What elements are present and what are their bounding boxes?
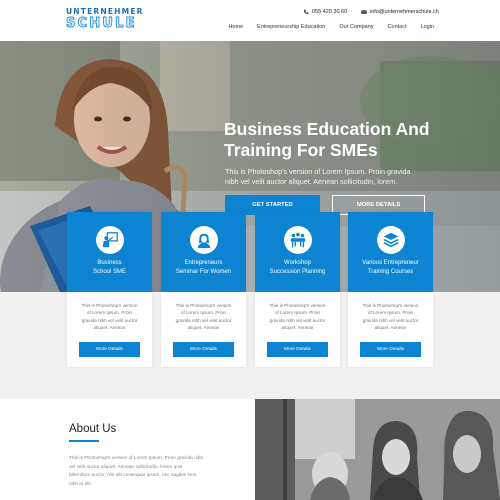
hero-title-line: Training For SMEs — [224, 140, 378, 160]
service-card-text-line: gravida nibh vel velit auctor — [81, 317, 138, 323]
service-card-text-line: of Lorem Ipsum. Proin — [274, 310, 321, 316]
service-card-text-line: aliquet. Aenean — [281, 324, 314, 330]
about-section: About Us This is Photoshop's version of … — [0, 399, 500, 500]
card-more-details-button[interactable]: More Details — [173, 342, 234, 357]
service-card-title-line: Entrepreneurs — [184, 260, 223, 266]
service-card-text-line: of Lorem Ipsum. Proin — [86, 310, 133, 316]
layers-stack-icon — [377, 226, 405, 254]
hero-subtitle-line: nibh vel velit auctor aliquet. Aenean so… — [225, 176, 398, 186]
hero-title-line: Business Education And — [224, 119, 430, 139]
nav-item-entrepreneurship-education[interactable]: Entrepreneurship Education — [257, 24, 325, 30]
nav-item-login[interactable]: Login — [421, 24, 434, 30]
service-card-title-line: Workshop — [284, 260, 311, 266]
service-card-text-line: This is Photoshop's version — [81, 303, 138, 308]
service-card-title: Entrepreneurs Seminar For Women — [161, 259, 246, 277]
site-header: UNTERNEHMER SCHULE 055 420 30 60 info@un… — [0, 0, 500, 41]
phone-number: 055 420 30 60 — [312, 9, 348, 15]
service-card-title: Various Entrepreneur Training Courses — [348, 259, 433, 277]
service-card-title-line: Training Courses — [367, 269, 414, 275]
hero-subtitle: This is Photoshop's version of Lorem Ips… — [225, 167, 475, 186]
about-title-underline — [69, 440, 99, 442]
main-nav: Home Entrepreneurship Education Our Comp… — [228, 24, 434, 30]
service-card-text-line: of Lorem Ipsum. Proin — [367, 310, 414, 316]
about-text-line: vel velit auctor aliquet. Aenean sollici… — [69, 464, 183, 470]
service-card-text: This is Photoshop's version of Lorem Ips… — [261, 302, 334, 331]
team-meeting-icon — [284, 226, 312, 254]
service-card-text-line: aliquet. Aenean — [374, 324, 407, 330]
about-text: This is Photoshop's version of Lorem Ips… — [69, 455, 229, 489]
service-card-title: Business School SME — [67, 259, 152, 277]
service-card-text-line: This is Photoshop's version — [269, 303, 326, 308]
hero-title: Business Education And Training For SMEs — [224, 119, 474, 161]
service-card-text: This is Photoshop's version of Lorem Ips… — [73, 302, 146, 331]
classroom-photo-graphic — [255, 399, 500, 500]
service-card-text: This is Photoshop's version of Lorem Ips… — [354, 302, 427, 331]
service-card-title-line: Various Entrepreneur — [362, 260, 419, 266]
service-card-text-line: gravida nibh vel velit auctor — [175, 317, 232, 323]
logo-top-text: UNTERNEHMER — [66, 7, 144, 16]
logo-bottom-text: SCHULE — [66, 15, 137, 31]
service-card: Workshop Succession Planning This is Pho… — [255, 212, 340, 367]
logo[interactable]: UNTERNEHMER SCHULE — [66, 8, 144, 30]
service-card-text-line: aliquet. Aenean — [93, 324, 126, 330]
service-card-title: Workshop Succession Planning — [255, 259, 340, 277]
service-card-text-line: of Lorem Ipsum. Proin — [180, 310, 227, 316]
service-card: Various Entrepreneur Training Courses Th… — [348, 212, 433, 367]
phone-contact[interactable]: 055 420 30 60 — [303, 9, 347, 15]
service-card-text-line: gravida nibh vel velit auctor — [362, 317, 419, 323]
service-card-text: This is Photoshop's version of Lorem Ips… — [167, 302, 240, 331]
phone-icon — [303, 9, 309, 14]
teacher-board-icon — [96, 226, 124, 254]
classroom-photo — [255, 399, 500, 500]
card-more-details-button[interactable]: More Details — [360, 342, 421, 357]
card-more-details-button[interactable]: More Details — [79, 342, 140, 357]
email-contact[interactable]: info@unternehmerschule.ch — [361, 9, 439, 15]
hero-subtitle-line: This is Photoshop's version of Lorem Ips… — [225, 167, 411, 176]
email-address: info@unternehmerschule.ch — [370, 9, 439, 15]
card-more-details-button[interactable]: More Details — [267, 342, 328, 357]
about-text-line: This is Photoshop's version of Lorem Ips… — [69, 456, 204, 461]
service-card-text-line: This is Photoshop's version — [362, 303, 419, 308]
about-text-line: bibendum auctor, nisi elit consequat ips… — [69, 473, 197, 479]
mail-icon — [361, 10, 367, 14]
service-card-title-line: Business — [97, 260, 122, 266]
service-card-title-line: Succession Planning — [269, 269, 326, 275]
woman-avatar-icon — [190, 226, 218, 254]
nav-item-contact[interactable]: Contact — [388, 24, 407, 30]
service-card-text-line: aliquet. Aenean — [187, 324, 220, 330]
service-card: Business School SME This is Photoshop's … — [67, 212, 152, 367]
about-title: About Us — [69, 423, 117, 435]
service-card-text-line: This is Photoshop's version — [175, 303, 232, 308]
service-card-title-line: Seminar For Women — [175, 269, 232, 275]
service-card: Entrepreneurs Seminar For Women This is … — [161, 212, 246, 367]
nav-item-our-company[interactable]: Our Company — [339, 24, 373, 30]
service-card-text-line: gravida nibh vel velit auctor — [269, 317, 326, 323]
nav-item-home[interactable]: Home — [228, 24, 243, 30]
service-card-title-line: School SME — [92, 269, 126, 275]
about-text-line: nibh id elit. — [69, 481, 92, 487]
